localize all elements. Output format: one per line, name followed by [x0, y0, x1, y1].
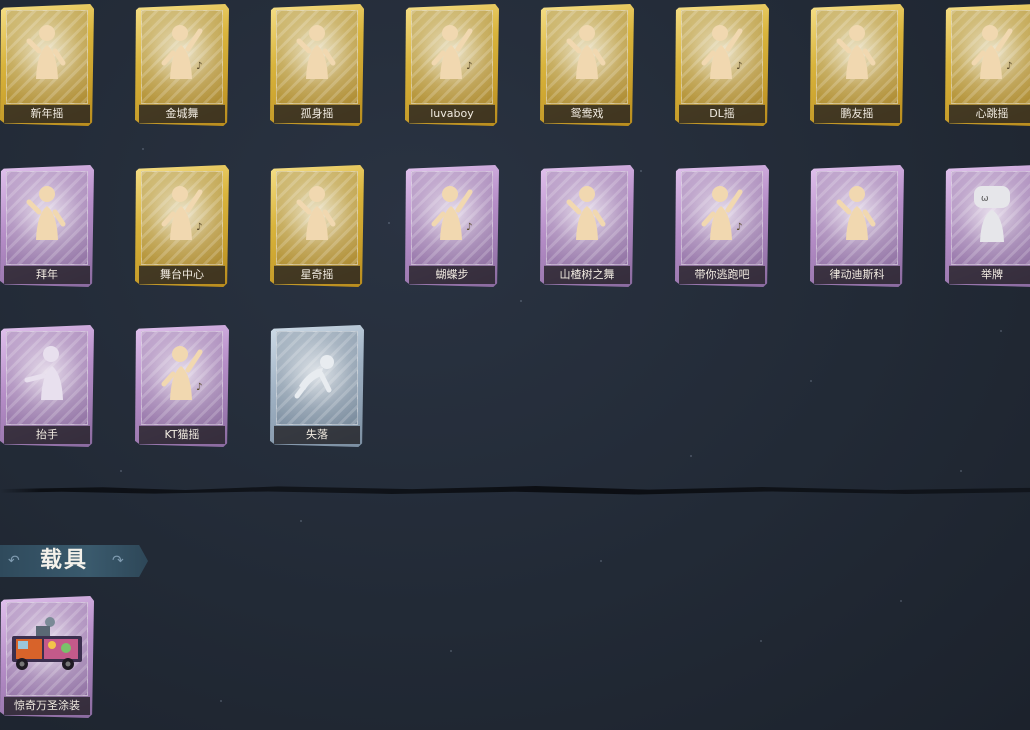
figure-sign-icon: ω: [966, 180, 1018, 246]
svg-text:♪: ♪: [196, 382, 202, 393]
figure-pose-icon: [831, 19, 883, 85]
emote-card-label: 抬手: [4, 425, 90, 444]
emote-card[interactable]: 抬手: [0, 325, 94, 447]
emote-card-label: luvaboy: [409, 104, 495, 123]
emote-card-label: 山楂树之舞: [544, 265, 630, 284]
emote-card-label: 律动迪斯科: [814, 265, 900, 284]
figure-pose-icon: [21, 19, 73, 85]
emote-card[interactable]: 失落: [270, 325, 364, 447]
figure-dance-icon: ♪: [696, 19, 748, 85]
emote-card-label: KT猫摇: [139, 425, 225, 444]
background-speck: [520, 300, 522, 302]
figure-crawl-icon: [291, 340, 343, 406]
emote-card-label: 孤身摇: [274, 104, 360, 123]
section-divider: [0, 486, 1030, 495]
emote-card[interactable]: 律动迪斯科: [810, 165, 904, 287]
emote-card[interactable]: ♪ luvaboy: [405, 4, 499, 126]
figure-dance-icon: ♪: [156, 340, 208, 406]
svg-text:♪: ♪: [196, 222, 202, 233]
svg-text:♪: ♪: [1006, 61, 1012, 72]
emote-card-label: 星奇摇: [274, 265, 360, 284]
emote-card-label: 舞台中心: [139, 265, 225, 284]
emote-card-label: 拜年: [4, 265, 90, 284]
figure-dance-icon: ♪: [156, 19, 208, 85]
background-speck: [900, 600, 902, 602]
background-speck: [120, 470, 122, 472]
figure-pose-icon: [291, 19, 343, 85]
emote-card[interactable]: 孤身摇: [270, 4, 364, 126]
vehicle-card-label: 惊奇万圣涂装: [4, 696, 90, 715]
vehicle-section-title: 载具: [40, 548, 89, 573]
emote-card-label: DL摇: [679, 104, 765, 123]
figure-dance-icon: ♪: [426, 180, 478, 246]
emote-card-label: 蝴蝶步: [409, 265, 495, 284]
swirl-right-icon: ↷: [112, 553, 124, 569]
emote-card[interactable]: 星奇摇: [270, 165, 364, 287]
figure-pose-icon: [21, 180, 73, 246]
emote-card-label: 新年摇: [4, 104, 90, 123]
svg-text:♪: ♪: [466, 222, 472, 233]
background-speck: [960, 470, 962, 472]
svg-text:♪: ♪: [196, 61, 202, 72]
emote-card-label: 举牌: [949, 265, 1030, 284]
background-speck: [388, 222, 390, 224]
emote-card-label: 失落: [274, 425, 360, 444]
emote-card-label: 带你逃跑吧: [679, 265, 765, 284]
emote-card-label: 鸳鸯戏: [544, 104, 630, 123]
figure-dance-icon: ♪: [966, 19, 1018, 85]
background-speck: [142, 148, 144, 150]
figure-dance-icon: ♪: [696, 180, 748, 246]
svg-text:♪: ♪: [736, 222, 742, 233]
svg-text:ω: ω: [981, 194, 989, 204]
figure-pose-icon: [561, 19, 613, 85]
background-speck: [640, 170, 642, 172]
figure-dance-icon: ♪: [426, 19, 478, 85]
emote-card[interactable]: ♪ 心跳摇: [945, 4, 1030, 126]
vehicle-section-header: ↶ 载具 ↷: [0, 545, 148, 577]
emote-card[interactable]: 鸳鸯戏: [540, 4, 634, 126]
truck-icon: [6, 612, 88, 678]
figure-pose-icon: [561, 180, 613, 246]
emote-card[interactable]: ♪ 金城舞: [135, 4, 229, 126]
swirl-left-icon: ↶: [8, 553, 20, 569]
background-speck: [300, 520, 302, 522]
svg-text:♪: ♪: [736, 61, 742, 72]
vehicle-card[interactable]: 惊奇万圣涂装: [0, 596, 94, 718]
emote-card[interactable]: 鹏友摇: [810, 4, 904, 126]
emote-card[interactable]: 山楂树之舞: [540, 165, 634, 287]
figure-dance-icon: ♪: [156, 180, 208, 246]
figure-pose-icon: [831, 180, 883, 246]
background-speck: [690, 455, 692, 457]
background-speck: [450, 650, 452, 652]
background-speck: [1000, 330, 1002, 332]
figure-wave-icon: [21, 340, 73, 406]
background-speck: [220, 700, 222, 702]
emote-card[interactable]: 拜年: [0, 165, 94, 287]
figure-pose-icon: [291, 180, 343, 246]
svg-text:♪: ♪: [466, 61, 472, 72]
emote-card[interactable]: ♪ 舞台中心: [135, 165, 229, 287]
background-speck: [760, 640, 762, 642]
emote-card[interactable]: ♪ KT猫摇: [135, 325, 229, 447]
emote-card-label: 金城舞: [139, 104, 225, 123]
emote-card[interactable]: ♪ DL摇: [675, 4, 769, 126]
emote-card[interactable]: ♪ 蝴蝶步: [405, 165, 499, 287]
background-speck: [810, 380, 812, 382]
emote-card-label: 鹏友摇: [814, 104, 900, 123]
emote-card-label: 心跳摇: [949, 104, 1030, 123]
emote-card[interactable]: ω 举牌: [945, 165, 1030, 287]
emote-card[interactable]: ♪ 带你逃跑吧: [675, 165, 769, 287]
emote-card[interactable]: 新年摇: [0, 4, 94, 126]
background-speck: [600, 560, 602, 562]
